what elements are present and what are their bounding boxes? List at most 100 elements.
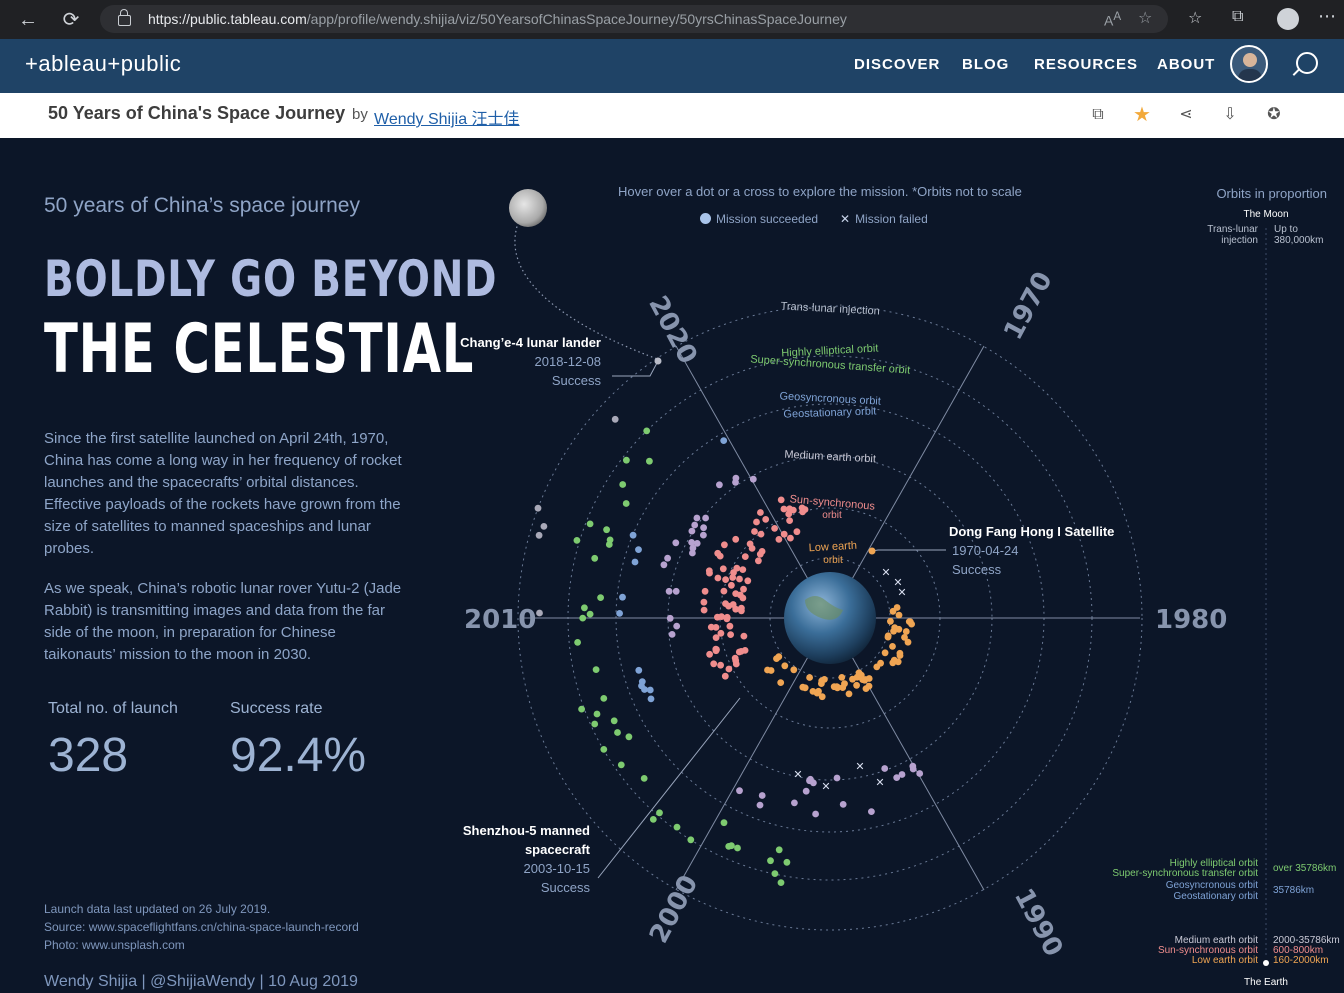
mission-dot[interactable] <box>706 650 713 658</box>
mission-failed-cross[interactable]: ✕ <box>897 587 906 599</box>
mission-dot[interactable] <box>902 628 910 635</box>
mission-dot[interactable] <box>629 531 637 539</box>
mission-dot[interactable] <box>757 509 764 516</box>
mission-dot[interactable] <box>741 553 749 560</box>
mission-dot[interactable] <box>664 554 671 562</box>
mission-dot[interactable] <box>611 415 619 423</box>
mission-dot[interactable] <box>748 545 756 552</box>
mission-dot[interactable] <box>771 525 778 532</box>
mission-dot[interactable] <box>631 558 639 566</box>
mission-dot[interactable] <box>700 531 707 539</box>
mission-dot[interactable] <box>600 746 608 753</box>
nav-discover[interactable]: DISCOVER <box>854 56 940 73</box>
nav-resources[interactable]: RESOURCES <box>1034 56 1138 73</box>
mission-dot[interactable] <box>777 879 785 886</box>
mission-dot[interactable] <box>719 565 727 573</box>
mission-dot[interactable] <box>777 679 785 686</box>
mission-dot[interactable] <box>603 526 610 534</box>
mission-dot[interactable] <box>714 574 722 582</box>
mission-dot[interactable] <box>700 606 708 614</box>
mission-dot[interactable] <box>710 660 718 668</box>
mission-dot[interactable] <box>793 528 801 536</box>
mission-dot[interactable] <box>909 762 917 770</box>
mission-dot[interactable] <box>818 680 825 687</box>
mission-dot[interactable] <box>736 787 743 795</box>
mission-dot[interactable] <box>579 614 587 622</box>
mission-dot[interactable] <box>592 666 600 673</box>
mission-failed-cross[interactable]: ✕ <box>881 567 890 579</box>
mission-dot[interactable] <box>705 567 713 575</box>
mission-dot[interactable] <box>908 620 915 628</box>
mission-failed-cross[interactable]: ✕ <box>875 777 884 789</box>
mission-dot[interactable] <box>581 604 588 612</box>
mission-dot[interactable] <box>810 779 817 787</box>
mission-dot[interactable] <box>889 607 897 615</box>
mission-dot[interactable] <box>732 535 740 543</box>
mission-dot[interactable] <box>702 514 709 522</box>
mission-dot[interactable] <box>610 717 618 725</box>
mission-dot[interactable] <box>725 665 733 673</box>
mission-dot[interactable] <box>780 530 788 538</box>
mission-dot[interactable] <box>591 720 599 728</box>
mission-dot[interactable] <box>740 585 747 593</box>
mission-dot[interactable] <box>801 684 809 692</box>
mission-dot[interactable] <box>744 577 752 585</box>
mission-dot[interactable] <box>720 437 728 444</box>
mission-dot[interactable] <box>845 690 853 698</box>
mission-dot[interactable] <box>714 613 721 621</box>
mission-dot[interactable] <box>606 536 614 544</box>
mission-dot[interactable] <box>767 667 775 674</box>
mission-dot[interactable] <box>725 602 732 610</box>
mission-dot[interactable] <box>812 810 819 818</box>
mission-dot[interactable] <box>536 609 543 617</box>
mission-dot[interactable] <box>758 548 766 555</box>
mission-dot[interactable] <box>734 844 741 852</box>
mission-dot[interactable] <box>855 669 863 677</box>
mission-dot[interactable] <box>833 774 841 782</box>
back-icon[interactable]: ← <box>15 7 41 33</box>
mission-dot[interactable] <box>786 517 793 524</box>
mission-dot[interactable] <box>666 614 674 622</box>
mission-dot[interactable] <box>838 674 846 681</box>
mission-dot[interactable] <box>672 587 680 595</box>
mission-dot[interactable] <box>881 649 889 657</box>
mission-dot[interactable] <box>646 457 653 465</box>
mission-failed-cross[interactable]: ✕ <box>855 761 864 773</box>
mission-dot[interactable] <box>868 808 875 815</box>
mission-dot[interactable] <box>787 534 794 542</box>
mission-dot[interactable] <box>712 634 720 641</box>
mission-dot[interactable] <box>877 659 884 667</box>
mission-dot[interactable] <box>736 575 743 583</box>
mission-dot[interactable] <box>617 761 625 769</box>
mission-dot[interactable] <box>781 662 789 670</box>
mission-dot[interactable] <box>614 729 621 736</box>
mission-dot[interactable] <box>749 475 757 483</box>
mission-dot[interactable] <box>916 770 924 777</box>
mission-dot[interactable] <box>713 646 720 653</box>
mission-dot[interactable] <box>586 520 594 528</box>
mission-dot[interactable] <box>890 627 897 635</box>
search-icon[interactable] <box>1296 52 1318 74</box>
mission-dot[interactable] <box>738 604 745 612</box>
mission-dot[interactable] <box>665 587 673 595</box>
mission-dot[interactable] <box>791 799 798 807</box>
mission-dot[interactable] <box>673 823 681 831</box>
mission-dot[interactable] <box>753 518 760 526</box>
mission-dot[interactable] <box>756 801 764 809</box>
mission-dot[interactable] <box>720 819 728 827</box>
mission-dot[interactable] <box>619 481 627 488</box>
mission-dot[interactable] <box>635 546 642 553</box>
mission-dot[interactable] <box>751 528 758 535</box>
mission-dot[interactable] <box>656 809 663 817</box>
mission-dot[interactable] <box>775 846 783 854</box>
mission-dot[interactable] <box>758 792 766 799</box>
mission-dot[interactable] <box>767 857 774 865</box>
mission-dot[interactable] <box>640 775 648 782</box>
mission-dot[interactable] <box>862 685 870 692</box>
favorites-icon[interactable]: ☆ <box>1188 8 1202 28</box>
mission-dot[interactable] <box>889 643 896 650</box>
mission-dot[interactable] <box>687 836 695 844</box>
mission-dot[interactable] <box>616 610 623 617</box>
mission-dot[interactable] <box>635 666 643 674</box>
mission-dot[interactable] <box>728 842 735 850</box>
